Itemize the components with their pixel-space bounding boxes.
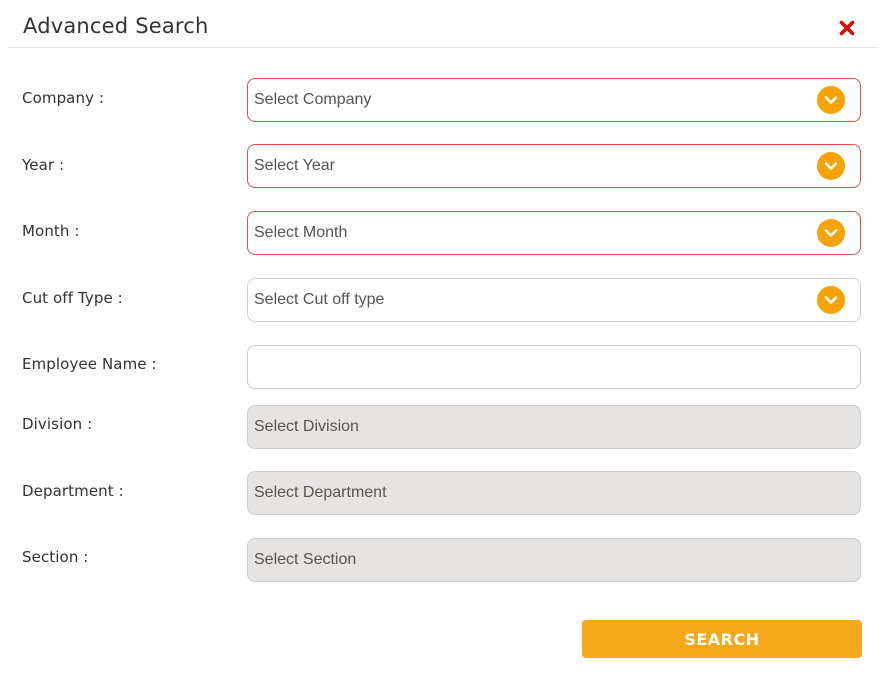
company-select[interactable]: Select Company (247, 78, 861, 122)
year-label: Year : (22, 156, 65, 174)
company-label: Company : (22, 89, 105, 107)
department-label: Department : (22, 482, 124, 500)
close-button[interactable] (836, 17, 858, 39)
department-select[interactable]: Select Department (247, 471, 861, 515)
month-select-value: Select Month (254, 224, 348, 241)
employee-name-input[interactable] (247, 345, 861, 389)
section-label: Section : (22, 548, 89, 566)
division-select-value: Select Division (254, 418, 359, 435)
cutoff-type-label: Cut off Type : (22, 289, 123, 307)
division-select[interactable]: Select Division (247, 405, 861, 449)
cutoff-type-select-value: Select Cut off type (254, 291, 385, 308)
chevron-down-icon[interactable] (817, 286, 845, 314)
chevron-down-icon[interactable] (817, 219, 845, 247)
section-select-value: Select Section (254, 551, 357, 568)
division-label: Division : (22, 415, 93, 433)
month-select[interactable]: Select Month (247, 211, 861, 255)
cutoff-type-select[interactable]: Select Cut off type (247, 278, 861, 322)
section-select[interactable]: Select Section (247, 538, 861, 582)
year-select[interactable]: Select Year (247, 144, 861, 188)
chevron-down-icon[interactable] (817, 86, 845, 114)
department-select-value: Select Department (254, 484, 387, 501)
header-divider (8, 47, 877, 48)
close-x-icon (839, 20, 855, 36)
employee-name-label: Employee Name : (22, 355, 157, 373)
search-button[interactable]: SEARCH (582, 620, 862, 658)
chevron-down-icon[interactable] (817, 152, 845, 180)
company-select-value: Select Company (254, 91, 372, 108)
year-select-value: Select Year (254, 157, 335, 174)
dialog-title: Advanced Search (23, 14, 209, 38)
month-label: Month : (22, 222, 80, 240)
